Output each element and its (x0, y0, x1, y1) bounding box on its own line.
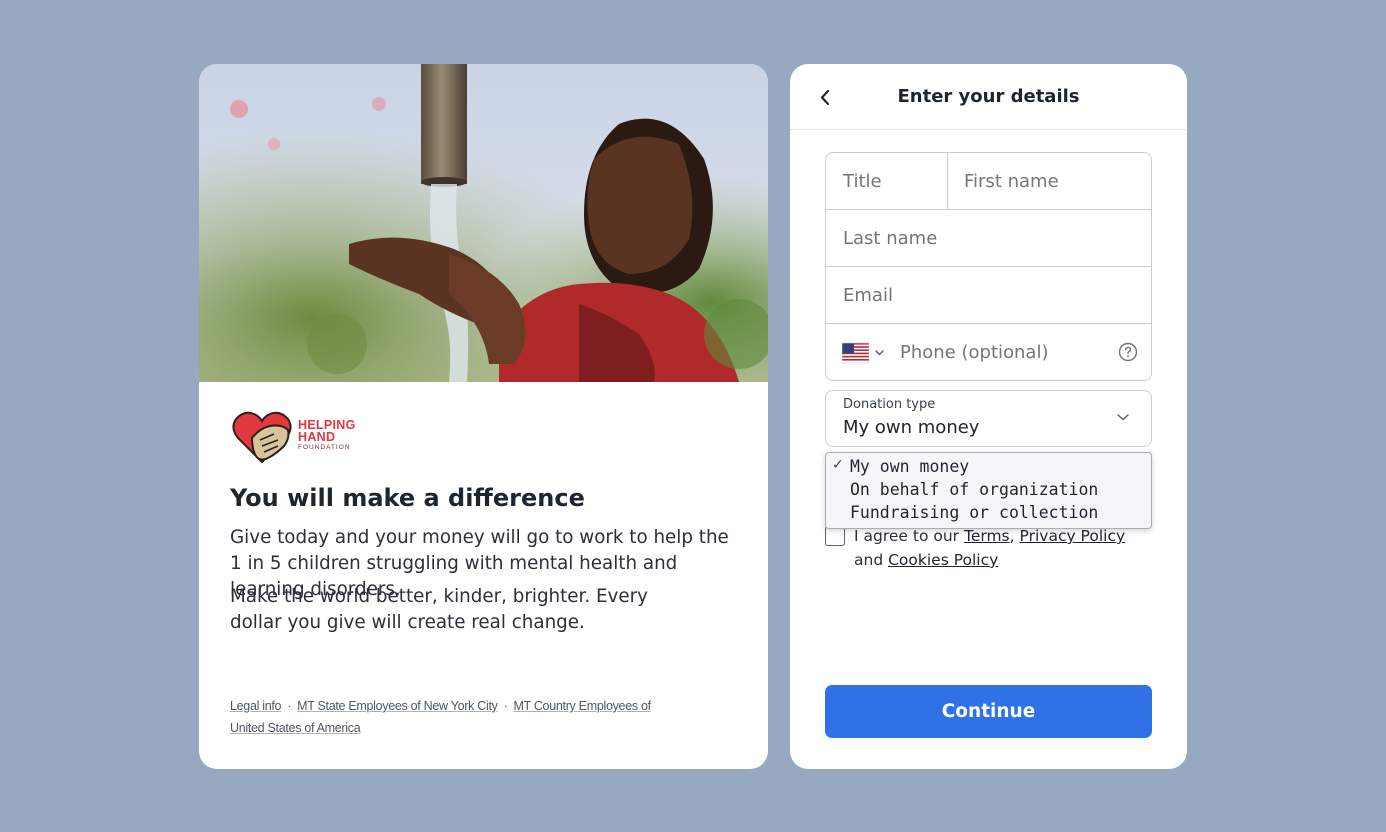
terms-link[interactable]: Terms (964, 527, 1010, 545)
separator: · (503, 699, 508, 713)
question-mark-icon (1118, 342, 1138, 362)
donation-type-dropdown: ✓ My own money On behalf of organization… (825, 452, 1152, 529)
divider (826, 323, 1151, 324)
agree-and: and (854, 551, 884, 569)
info-card: HELPING HAND FOUNDATION You will make a … (199, 64, 768, 769)
divider (826, 209, 1151, 210)
us-flag-icon (841, 342, 884, 364)
description-paragraph-2: Make the world better, kinder, brighter.… (230, 586, 648, 633)
title-field[interactable] (843, 168, 938, 194)
privacy-policy-link[interactable]: Privacy Policy (1020, 527, 1126, 545)
hero-image (199, 64, 768, 382)
logo-line3: FOUNDATION (298, 444, 351, 451)
dropdown-option-organization[interactable]: On behalf of organization (850, 479, 1098, 501)
helping-hand-logo: HELPING HAND FOUNDATION (230, 408, 370, 466)
personal-details-fields (825, 152, 1152, 381)
mt-state-employees-link[interactable]: MT State Employees of New York City (297, 699, 498, 713)
dropdown-option-own-money[interactable]: My own money (850, 456, 969, 478)
chevron-down-icon (1117, 414, 1129, 421)
form-header: Enter your details (790, 64, 1187, 130)
donation-type-label: Donation type (843, 397, 936, 412)
legal-info-link[interactable]: Legal info (230, 699, 282, 713)
continue-button[interactable]: Continue (825, 685, 1152, 738)
footer-links: Legal info · MT State Employees of New Yor… (230, 695, 680, 739)
phone-field[interactable] (900, 339, 1110, 365)
checkmark-icon: ✓ (832, 457, 844, 473)
agree-checkbox[interactable] (825, 526, 845, 546)
agree-prefix: I agree to our (854, 527, 960, 545)
agree-comma: , (1009, 527, 1015, 545)
divider (947, 153, 948, 210)
country-code-selector[interactable] (841, 342, 890, 364)
email-field[interactable] (843, 282, 1133, 308)
agree-text: I agree to our Terms, Privacy Policy and… (854, 524, 1154, 572)
first-name-field[interactable] (964, 168, 1144, 194)
details-form-card: Enter your details Title First name Last… (790, 64, 1187, 769)
logo-text: HELPING HAND FOUNDATION (298, 419, 356, 451)
donation-type-select[interactable]: Donation type My own money (825, 390, 1152, 447)
cookies-policy-link[interactable]: Cookies Policy (888, 551, 998, 569)
separator: · (287, 699, 292, 713)
dropdown-option-fundraising[interactable]: Fundraising or collection (850, 502, 1098, 524)
form-title: Enter your details (897, 86, 1080, 107)
donation-type-value: My own money (843, 417, 980, 438)
divider (826, 266, 1151, 267)
headline: You will make a difference (230, 484, 585, 512)
heart-hands-icon (232, 411, 292, 464)
logo-line2: HAND (298, 430, 336, 444)
phone-help-button[interactable] (1118, 342, 1138, 362)
last-name-field[interactable] (843, 225, 1133, 251)
